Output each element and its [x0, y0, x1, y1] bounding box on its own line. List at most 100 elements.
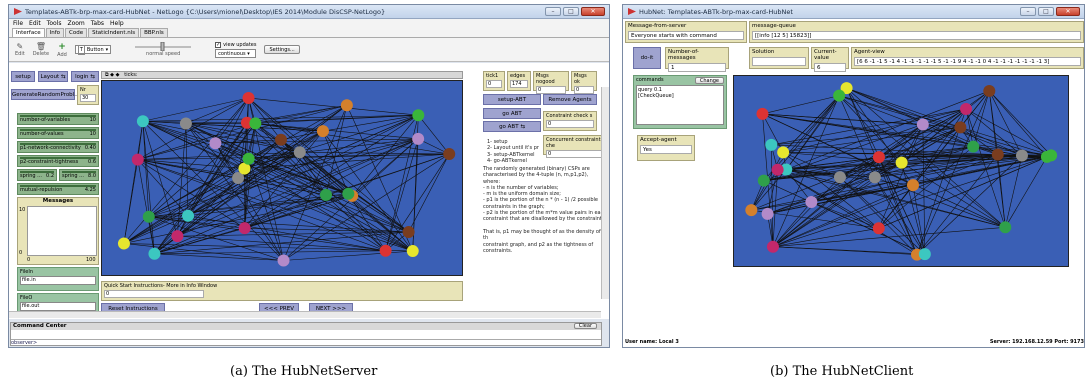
widget-type-select[interactable]: T Button ▾ — [74, 44, 112, 55]
menu-tools[interactable]: Tools — [47, 20, 62, 27]
agent-node — [117, 237, 130, 250]
number-of-values-slider[interactable]: number-of-values 10 — [17, 127, 99, 139]
netlogo-logo-icon — [13, 8, 22, 16]
steps-note: 1- setup 2- Layout until it's pr 3- setu… — [487, 139, 539, 164]
agent-node — [765, 138, 778, 151]
speed-slider[interactable]: normal speed — [133, 42, 193, 57]
constraint-edge — [1005, 155, 1023, 228]
tab-code[interactable]: Code — [65, 28, 88, 37]
constraint-edge — [916, 154, 999, 255]
interface-toolbar: ✎ Edit 🗑 Delete + Add T Button ▾ normal speed… — [9, 38, 609, 62]
close-button[interactable]: ✕ — [1056, 7, 1080, 16]
p2-tightness-slider[interactable]: p2-constraint-tightness 0.6 — [17, 155, 99, 167]
go-abt-once-button[interactable]: go ABT — [483, 108, 541, 119]
menu-tabs[interactable]: Tabs — [91, 20, 104, 27]
tab-info[interactable]: Info — [45, 28, 65, 37]
clear-button[interactable]: Clear — [573, 323, 597, 329]
go-abt-forever-button[interactable]: go ABT ⇆ — [483, 121, 541, 132]
add-tool[interactable]: + Add — [57, 42, 67, 58]
menu-zoom[interactable]: Zoom — [67, 20, 84, 27]
plus-icon: + — [58, 41, 66, 52]
setup-abt-button[interactable]: setup-ABT — [483, 94, 541, 105]
spring-length-slider[interactable]: spring ... 8.0 — [59, 169, 99, 181]
constraint-edge — [418, 115, 450, 155]
view-updates-checkbox[interactable]: ✓ — [215, 41, 222, 48]
agent-node — [316, 125, 329, 138]
spring-constant-slider[interactable]: spring ... 0.2 — [17, 169, 57, 181]
update-mode-select[interactable]: continuous ▾ — [215, 48, 257, 58]
setup-button[interactable]: setup — [11, 71, 35, 82]
remove-agents-button[interactable]: Remove Agents — [543, 94, 597, 105]
close-button[interactable]: ✕ — [581, 7, 605, 16]
server-network-view[interactable] — [101, 80, 463, 276]
command-input-row[interactable]: observer> — [11, 339, 601, 346]
view-control-icons[interactable]: ⧉ ◆ ◆ — [105, 72, 119, 78]
constraint-edge — [878, 157, 918, 255]
constraint-edge — [154, 250, 386, 255]
minimize-button[interactable]: – — [1020, 7, 1036, 16]
constraint-edge — [772, 246, 925, 255]
edit-tool[interactable]: ✎ Edit — [15, 42, 25, 57]
menu-file[interactable]: File — [13, 20, 23, 27]
agent-node — [999, 221, 1012, 234]
quick-start-monitor: Quick Start Instructions- More in Info W… — [101, 281, 463, 301]
agent-node — [171, 230, 184, 243]
menubar: File Edit Tools Zoom Tabs Help — [9, 19, 609, 28]
agent-node — [379, 244, 392, 257]
p1-connectivity-slider[interactable]: p1-network-connectivity 0.40 — [17, 141, 99, 153]
do-it-button[interactable]: do-it — [633, 47, 661, 69]
plot-area — [27, 206, 97, 256]
generate-button[interactable]: GenerateRandomProbl... — [11, 89, 79, 100]
msgs-nogood-monitor: Msgs nogood 0 — [533, 71, 569, 94]
command-output — [11, 330, 601, 339]
commands-input[interactable]: commands Change query 0.1 [CheckQueue] — [633, 75, 727, 129]
agent-node — [766, 240, 779, 253]
agent-node — [136, 115, 149, 128]
change-button[interactable]: Change — [694, 77, 724, 84]
plot-xmin: 0 — [27, 257, 31, 263]
client-network-view[interactable] — [733, 75, 1069, 267]
interface-horizontal-scrollbar[interactable] — [9, 311, 601, 318]
constraint-edge — [772, 177, 841, 247]
menu-help[interactable]: Help — [110, 20, 124, 27]
commands-value[interactable]: query 0.1 [CheckQueue] — [636, 85, 724, 125]
maximize-button[interactable]: □ — [563, 7, 579, 16]
msgs-ok-monitor: Msgs ok 0 — [571, 71, 597, 94]
description-line: constraint graph, and p2 as the tightnes… — [483, 241, 594, 248]
constraint-edge — [385, 153, 450, 251]
constraint-edge — [901, 90, 990, 163]
menu-edit[interactable]: Edit — [29, 20, 41, 27]
agent-node — [275, 133, 288, 146]
tab-bbp[interactable]: BBP.nls — [140, 28, 168, 37]
agent-node — [342, 187, 355, 200]
number-of-variables-slider[interactable]: number-of-variables 10 — [17, 113, 99, 125]
settings-button[interactable]: Settings... — [264, 45, 300, 54]
minimize-button[interactable]: – — [545, 7, 561, 16]
agent-node — [277, 254, 290, 267]
description-line: - p1 is the portion of the n * (n - 1) /… — [483, 197, 598, 204]
delete-tool[interactable]: 🗑 Delete — [33, 42, 49, 57]
constraint-edge — [177, 235, 386, 252]
agent-node — [148, 247, 161, 260]
constraint-edge — [762, 113, 923, 125]
interface-vertical-scrollbar[interactable] — [601, 87, 609, 299]
nr-monitor: Nr 30 — [77, 85, 99, 105]
agent-node — [918, 248, 931, 261]
speed-slider-track[interactable] — [133, 42, 193, 51]
button-type-icon: T — [77, 44, 85, 55]
caption-b: (b) The HubNetClient — [770, 364, 914, 379]
client-interface: Message-from-server Everyone starts with … — [623, 19, 1084, 347]
agent-node — [319, 188, 332, 201]
mutual-repulsion-slider[interactable]: mutual-repulsion 4.25 — [17, 183, 99, 195]
description-line: constraints. — [483, 247, 513, 254]
tab-staticindent[interactable]: StaticIndent.nls — [88, 28, 140, 37]
tab-interface[interactable]: Interface — [12, 28, 45, 37]
agent-node — [131, 153, 144, 166]
agent-node — [249, 117, 262, 130]
maximize-button[interactable]: □ — [1038, 7, 1054, 16]
server-titlebar: Templates-ABTk-brp-max-card-HubNet - Net… — [9, 5, 609, 19]
file-in-input[interactable]: FileIn file.in — [17, 267, 99, 291]
login-button[interactable]: login ⇆ — [71, 71, 99, 82]
layout-button[interactable]: Layout ⇆ — [38, 71, 68, 82]
constraint-edge — [148, 216, 386, 252]
